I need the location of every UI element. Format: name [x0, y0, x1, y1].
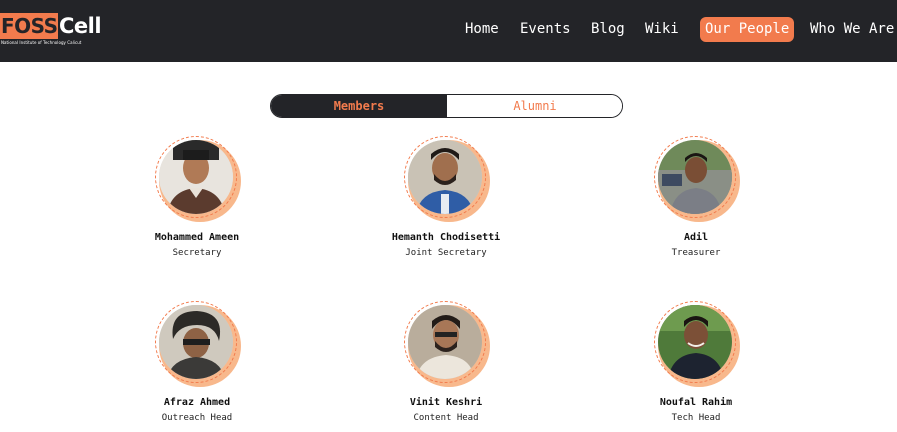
member-name: Noufal Rahim	[659, 397, 733, 408]
member-name: Mohammed Ameen	[154, 232, 240, 243]
nav-our-people-link[interactable]: Our People	[700, 17, 795, 42]
avatar-frame	[654, 301, 740, 387]
member-role: Content Head	[413, 413, 479, 423]
avatar-frame	[404, 136, 490, 222]
nav-blog-link[interactable]: Blog	[591, 17, 625, 42]
members-tab[interactable]: Members	[271, 95, 447, 117]
member-photo	[408, 140, 482, 214]
nav-wiki-link[interactable]: Wiki	[645, 17, 679, 42]
member-photo	[408, 305, 482, 379]
member-card: Mohammed Ameen Secretary	[97, 136, 297, 266]
member-card: Vinit Keshri Content Head	[346, 301, 546, 432]
member-role: Joint Secretary	[405, 248, 487, 258]
alumni-tab[interactable]: Alumni	[447, 95, 622, 117]
member-role: Outreach Head	[161, 413, 233, 423]
member-role: Tech Head	[671, 413, 721, 423]
member-role: Treasurer	[671, 248, 721, 258]
avatar-frame	[654, 136, 740, 222]
member-card: Hemanth Chodisetti Joint Secretary	[346, 136, 546, 266]
member-photo	[159, 305, 233, 379]
member-photo	[159, 140, 233, 214]
nav-home-link[interactable]: Home	[465, 17, 499, 42]
member-name: Hemanth Chodisetti	[391, 232, 501, 243]
top-navbar: FOSS Cell National Institute of Technolo…	[0, 0, 897, 62]
member-role: Secretary	[172, 248, 222, 258]
main-nav: Home Events Blog Wiki Our People Who We …	[0, 17, 897, 42]
member-name: Adil	[683, 232, 709, 243]
members-alumni-toggle: Members Alumni	[270, 94, 623, 118]
member-name: Afraz Ahmed	[163, 397, 231, 408]
avatar-frame	[155, 136, 241, 222]
member-photo	[658, 305, 732, 379]
nav-who-we-are-link[interactable]: Who We Are	[810, 17, 894, 42]
member-card: Adil Treasurer	[596, 136, 796, 266]
avatar-frame	[155, 301, 241, 387]
member-name: Vinit Keshri	[409, 397, 483, 408]
member-card: Noufal Rahim Tech Head	[596, 301, 796, 432]
nav-events-link[interactable]: Events	[520, 17, 571, 42]
member-card: Afraz Ahmed Outreach Head	[97, 301, 297, 432]
avatar-frame	[404, 301, 490, 387]
member-photo	[658, 140, 732, 214]
